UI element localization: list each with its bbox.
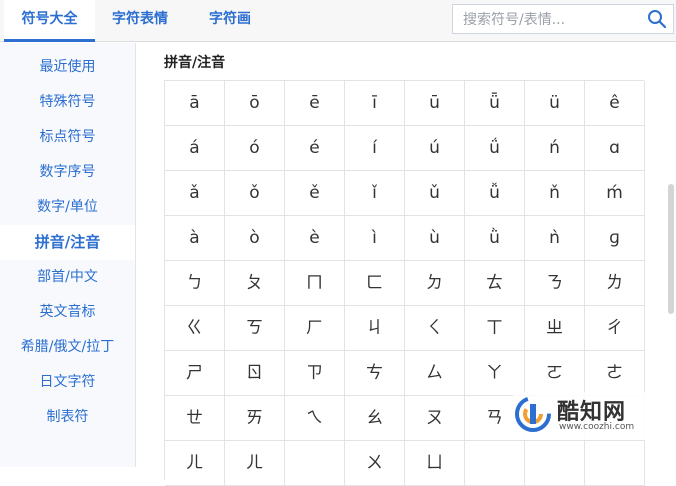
- sidebar-item[interactable]: 标点符号: [0, 120, 135, 155]
- symbol-cell[interactable]: ḿ: [585, 171, 645, 216]
- symbol-cell[interactable]: ㄟ: [285, 396, 345, 441]
- symbol-cell[interactable]: ǔ: [405, 171, 465, 216]
- symbol-cell[interactable]: [525, 441, 585, 486]
- symbol-cell[interactable]: ó: [225, 126, 285, 171]
- symbol-cell[interactable]: í: [345, 126, 405, 171]
- symbol-cell[interactable]: ㄝ: [165, 396, 225, 441]
- symbol-cell[interactable]: ㄅ: [165, 261, 225, 306]
- symbol-cell[interactable]: ò: [225, 216, 285, 261]
- symbol-cell[interactable]: ㄏ: [285, 306, 345, 351]
- symbol-cell[interactable]: ǘ: [465, 126, 525, 171]
- symbol-cell[interactable]: ㄎ: [225, 306, 285, 351]
- symbol-cell[interactable]: ě: [285, 171, 345, 216]
- symbol-cell[interactable]: ǐ: [345, 171, 405, 216]
- coozhi-logo-icon: [515, 396, 551, 432]
- symbol-cell[interactable]: ㄒ: [465, 306, 525, 351]
- symbol-cell[interactable]: ㄡ: [405, 396, 465, 441]
- top-tab-bar: 符号大全 字符表情 字符画: [0, 0, 676, 42]
- sidebar-item[interactable]: 最近使用: [0, 50, 135, 85]
- search-box: [452, 4, 674, 34]
- symbol-cell[interactable]: ǹ: [525, 216, 585, 261]
- section-title: 拼音/注音: [164, 55, 226, 71]
- symbol-cell[interactable]: ū: [405, 81, 465, 126]
- symbol-cell[interactable]: ㄞ: [225, 396, 285, 441]
- symbol-cell[interactable]: ㄨ: [345, 441, 405, 486]
- symbol-cell[interactable]: ㄘ: [345, 351, 405, 396]
- symbol-cell[interactable]: ㄦ: [225, 441, 285, 486]
- symbol-cell[interactable]: ㄜ: [585, 351, 645, 396]
- symbol-cell[interactable]: ù: [405, 216, 465, 261]
- symbol-cell[interactable]: [465, 441, 525, 486]
- symbol-cell[interactable]: ē: [285, 81, 345, 126]
- symbol-cell[interactable]: ň: [525, 171, 585, 216]
- sidebar-item[interactable]: 数字/单位: [0, 190, 135, 225]
- search-input[interactable]: [461, 9, 645, 31]
- symbol-cell[interactable]: ㄇ: [285, 261, 345, 306]
- symbol-cell[interactable]: ɑ: [585, 126, 645, 171]
- category-sidebar: 最近使用 特殊符号 标点符号 数字序号 数字/单位 拼音/注音 部首/中文 英文音标 希腊/俄文…: [0, 43, 136, 467]
- symbol-cell[interactable]: ā: [165, 81, 225, 126]
- symbol-cell[interactable]: ㄛ: [525, 351, 585, 396]
- symbol-cell[interactable]: ǒ: [225, 171, 285, 216]
- symbol-cell[interactable]: ㄠ: [345, 396, 405, 441]
- symbol-cell[interactable]: ㄐ: [345, 306, 405, 351]
- symbol-cell[interactable]: ú: [405, 126, 465, 171]
- sidebar-item[interactable]: 部首/中文: [0, 260, 135, 295]
- symbol-cell[interactable]: ê: [585, 81, 645, 126]
- symbol-cell[interactable]: é: [285, 126, 345, 171]
- symbol-cell[interactable]: [585, 441, 645, 486]
- symbol-cell[interactable]: ㄗ: [285, 351, 345, 396]
- sidebar-item[interactable]: 英文音标: [0, 295, 135, 330]
- symbol-cell[interactable]: ㄔ: [585, 306, 645, 351]
- tab-emoticons[interactable]: 字符表情: [99, 0, 181, 42]
- symbol-cell[interactable]: ì: [345, 216, 405, 261]
- symbol-cell[interactable]: [285, 441, 345, 486]
- symbol-cell[interactable]: ㄚ: [465, 351, 525, 396]
- symbol-cell[interactable]: ǖ: [465, 81, 525, 126]
- symbol-cell[interactable]: ㄆ: [225, 261, 285, 306]
- sidebar-item[interactable]: 特殊符号: [0, 85, 135, 120]
- symbol-cell[interactable]: ㄌ: [585, 261, 645, 306]
- symbol-cell[interactable]: ㄖ: [225, 351, 285, 396]
- search-icon[interactable]: [647, 9, 667, 29]
- symbol-cell[interactable]: ǜ: [465, 216, 525, 261]
- sidebar-item[interactable]: 制表符: [0, 400, 135, 435]
- symbol-cell[interactable]: ㄑ: [405, 306, 465, 351]
- symbol-cell[interactable]: ō: [225, 81, 285, 126]
- symbol-cell[interactable]: è: [285, 216, 345, 261]
- symbol-cell[interactable]: ㄓ: [525, 306, 585, 351]
- symbol-cell[interactable]: á: [165, 126, 225, 171]
- symbol-cell[interactable]: ㄦ: [165, 441, 225, 486]
- scrollbar-thumb[interactable]: [668, 184, 674, 314]
- symbol-cell[interactable]: ǚ: [465, 171, 525, 216]
- symbol-cell[interactable]: ㄍ: [165, 306, 225, 351]
- sidebar-item[interactable]: 拼音/注音: [0, 225, 135, 260]
- symbol-cell[interactable]: ㄩ: [405, 441, 465, 486]
- watermark-url: www.coozhi.com: [559, 422, 635, 432]
- sidebar-item[interactable]: 数字序号: [0, 155, 135, 190]
- symbol-cell[interactable]: ㄊ: [465, 261, 525, 306]
- symbol-cell[interactable]: ü: [525, 81, 585, 126]
- symbol-cell[interactable]: ㄋ: [525, 261, 585, 306]
- symbol-cell[interactable]: ń: [525, 126, 585, 171]
- symbol-cell[interactable]: à: [165, 216, 225, 261]
- sidebar-item[interactable]: 希腊/俄文/拉丁: [0, 330, 135, 365]
- tab-symbols-all[interactable]: 符号大全: [4, 0, 95, 42]
- symbol-cell[interactable]: ㄈ: [345, 261, 405, 306]
- sidebar-item[interactable]: 日文字符: [0, 365, 135, 400]
- symbol-cell[interactable]: ㄉ: [405, 261, 465, 306]
- symbol-cell[interactable]: ɡ: [585, 216, 645, 261]
- symbol-cell[interactable]: ㄕ: [165, 351, 225, 396]
- tab-ascii-art[interactable]: 字符画: [190, 0, 270, 42]
- symbol-cell[interactable]: ㄙ: [405, 351, 465, 396]
- symbol-cell[interactable]: ī: [345, 81, 405, 126]
- symbol-cell[interactable]: ǎ: [165, 171, 225, 216]
- watermark: 酷知网 www.coozhi.com: [513, 392, 663, 440]
